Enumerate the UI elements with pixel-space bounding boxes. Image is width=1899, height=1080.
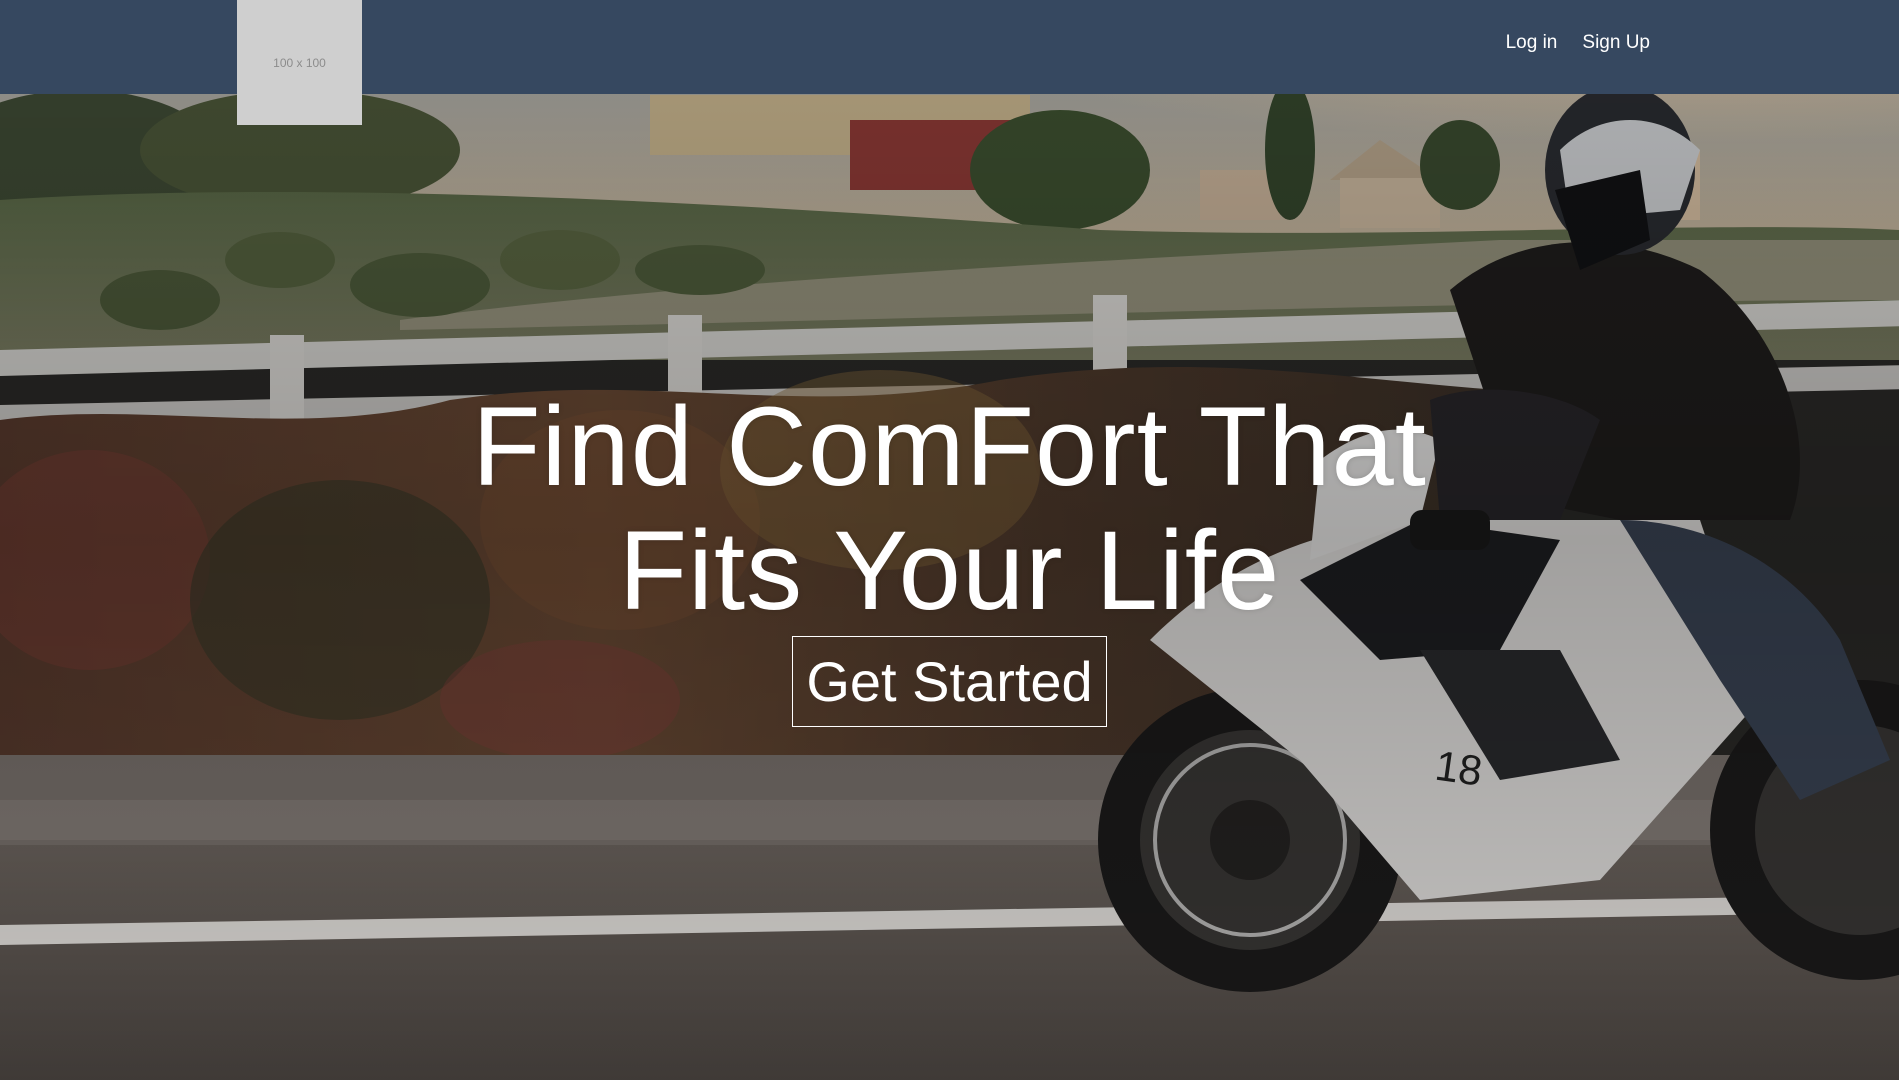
signup-link[interactable]: Sign Up: [1582, 32, 1650, 54]
headline-line-1: Find ComFort That: [472, 384, 1427, 509]
headline-line-2: Fits Your Life: [618, 508, 1281, 633]
login-link[interactable]: Log in: [1506, 32, 1558, 54]
logo-placeholder[interactable]: 100 x 100: [237, 0, 362, 125]
logo-placeholder-text: 100 x 100: [273, 55, 326, 70]
get-started-button[interactable]: Get Started: [792, 636, 1107, 727]
nav-links: Log in Sign Up: [1506, 32, 1650, 54]
hero-headline: Find ComFort That Fits Your Life: [0, 385, 1899, 633]
